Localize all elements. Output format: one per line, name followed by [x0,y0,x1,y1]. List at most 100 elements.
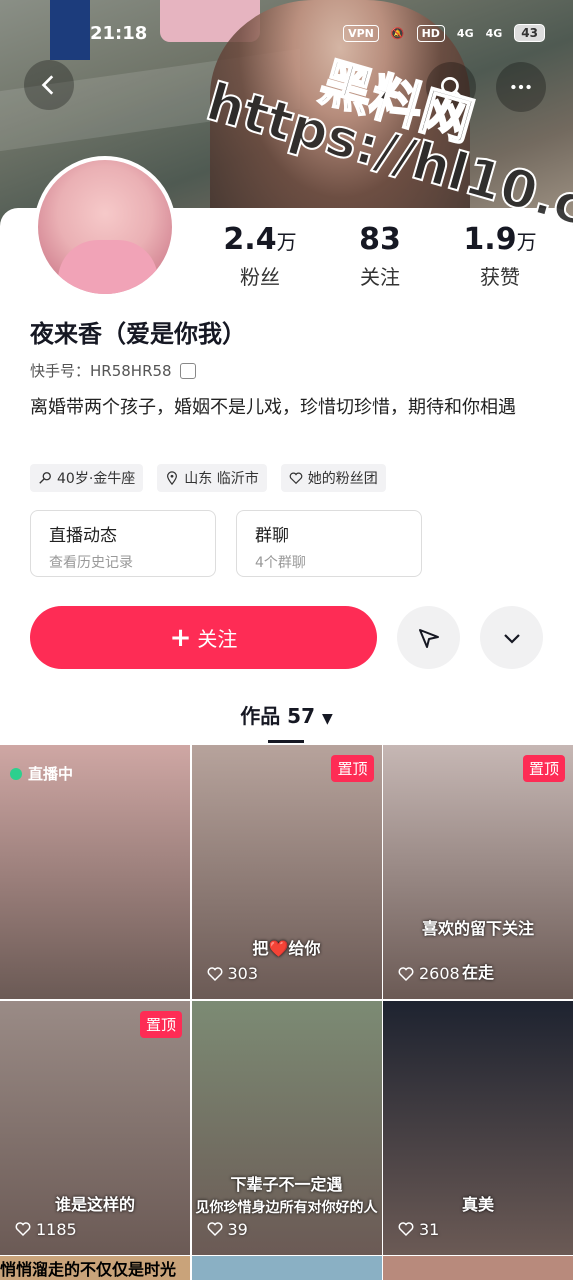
work-tile[interactable]: 真美 31 [383,1000,573,1255]
tag-fan-club-label: 她的粉丝团 [307,471,378,487]
tile-likes: 1185 [14,1220,77,1239]
status-time: 21:18 [90,22,148,44]
tag-age-label: 40岁·金牛座 [57,471,136,487]
pinned-badge: 置顶 [139,1010,182,1038]
vpn-badge: VPN [343,24,379,42]
tile-likes-count: 2608 [419,964,460,983]
work-tile[interactable]: 置顶 喜欢的留下关注 在走 2608 [383,745,573,999]
strip-tile-1[interactable]: 悄悄溜走的不仅仅是时光 [0,1256,190,1280]
tile-caption: 谁是这样的 [54,1194,135,1214]
plus-icon: + [169,622,192,653]
tag-fan-club[interactable]: 她的粉丝团 [280,464,386,492]
kuaishou-id-row: 快手号：HR58HR58 [30,360,196,381]
more-button[interactable] [496,62,546,112]
search-icon [440,76,462,98]
live-history-box[interactable]: 直播动态 查看历史记录 [30,510,216,577]
live-dot-icon [10,767,22,780]
tab-works[interactable]: 作品 57 ▼ [0,700,573,729]
stat-fans[interactable]: 2.4万 粉丝 [200,222,320,290]
likes-label: 获赞 [480,265,520,289]
profile-tags: 40岁·金牛座 山东 临沂市 她的粉丝团 [30,464,386,492]
follow-button[interactable]: + 关注 [30,606,377,669]
more-icon [511,84,531,90]
copy-icon[interactable] [179,362,196,379]
likes-count: 1.9 [463,222,517,257]
heart-outline-icon [207,1222,222,1237]
expand-button[interactable] [480,606,543,669]
tile-likes-count: 303 [227,964,259,983]
heart-icon [289,472,303,485]
tab-works-label: 作品 57 [240,704,316,728]
stat-likes[interactable]: 1.9万 获赞 [440,222,560,290]
gender-icon [39,472,51,484]
signal-4g-1: 4G [456,26,474,40]
battery-indicator: 43 [514,24,545,42]
follow-label: 关注 [197,627,238,651]
chevron-down-icon [503,633,520,644]
strip-caption-1: 悄悄溜走的不仅仅是时光 [0,1260,177,1279]
tile-likes: 31 [397,1220,439,1239]
work-tile[interactable]: 下辈子不一定遇见你珍惜身边所有对你好的人 39 [191,1000,382,1255]
live-history-sub: 查看历史记录 [49,555,133,571]
tile-caption: 把❤️给你 [252,939,321,958]
search-button[interactable] [426,62,476,112]
pinned-badge: 置顶 [331,755,374,782]
fans-count: 2.4 [223,222,277,257]
following-count: 83 [359,222,401,257]
stats-row: 2.4万 粉丝 83 关注 1.9万 获赞 [200,222,560,290]
tile-likes-count: 1185 [36,1219,77,1239]
tile-likes-count: 31 [419,1219,440,1239]
fans-label: 粉丝 [240,265,280,289]
profile-bio: 离婚带两个孩子，婚姻不是儿戏，珍惜切珍惜，期待和你相遇 [30,397,516,418]
mute-icon: 🔕 [390,26,405,40]
heart-outline-icon [15,1222,31,1237]
hd-badge: HD [416,24,445,42]
group-chat-title: 群聊 [255,526,289,546]
chevron-left-icon [41,75,54,95]
tile-caption: 下辈子不一定遇 [230,1174,343,1194]
tab-works-underline [268,740,304,743]
status-bar: 21:18 VPN 🔕 HD 4G 4G 43 [0,0,573,66]
tag-location: 山东 临沂市 [157,464,267,492]
tile-likes: 303 [206,964,259,983]
signal-4g-2: 4G [485,26,503,40]
tile-caption: 喜欢的留下关注 [421,919,534,938]
profile-page: 21:18 VPN 🔕 HD 4G 4G 43 2.4万 粉丝 83 关注 1.… [0,0,573,1280]
stat-following[interactable]: 83 关注 [320,222,440,290]
live-badge: 直播中 [10,763,73,784]
tag-location-label: 山东 临沂市 [184,471,259,487]
fans-unit: 万 [276,230,297,254]
tile-likes: 39 [206,1220,248,1239]
following-label: 关注 [360,265,400,289]
work-tile[interactable]: 置顶谁是这样的 1185 [0,1000,190,1255]
heart-outline-icon [398,1222,414,1237]
tile-caption: 真美 [461,1194,494,1214]
work-tile[interactable]: 置顶把❤️给你 303 [191,745,382,999]
tag-age: 40岁·金牛座 [30,464,144,492]
strip-tile-2[interactable] [191,1256,382,1280]
group-chat-sub: 4个群聊 [255,555,306,571]
kuaishou-id: 快手号：HR58HR58 [30,362,172,380]
location-icon [167,471,178,485]
profile-name: 夜来香（爱是你我） [30,320,246,348]
caret-down-icon: ▼ [321,711,333,727]
live-label: 直播中 [28,765,74,783]
send-icon [418,628,439,648]
tile-caption-2: 见你珍惜身边所有对你好的人 [195,1199,378,1216]
pinned-badge: 置顶 [522,755,565,782]
heart-outline-icon [398,966,414,981]
tile-likes-count: 39 [227,1219,248,1239]
works-grid: 直播中 置顶 把❤️给你 303 置顶 喜欢的留下关注 在走 2608 置顶 谁是这样的 1185 下… [0,745,573,1255]
strip-tile-3[interactable] [383,1256,573,1280]
next-row-strip: 悄悄溜走的不仅仅是时光 [0,1256,573,1280]
share-button[interactable] [397,606,460,669]
avatar[interactable] [34,156,176,298]
tile-likes: 2608 [397,964,460,983]
likes-unit: 万 [516,230,537,254]
heart-outline-icon [207,966,222,981]
work-tile[interactable]: 直播中 [0,745,190,999]
back-button[interactable] [24,60,74,110]
live-history-title: 直播动态 [49,526,117,546]
feature-boxes: 直播动态 查看历史记录 群聊 4个群聊 [30,510,422,577]
group-chat-box[interactable]: 群聊 4个群聊 [236,510,422,577]
